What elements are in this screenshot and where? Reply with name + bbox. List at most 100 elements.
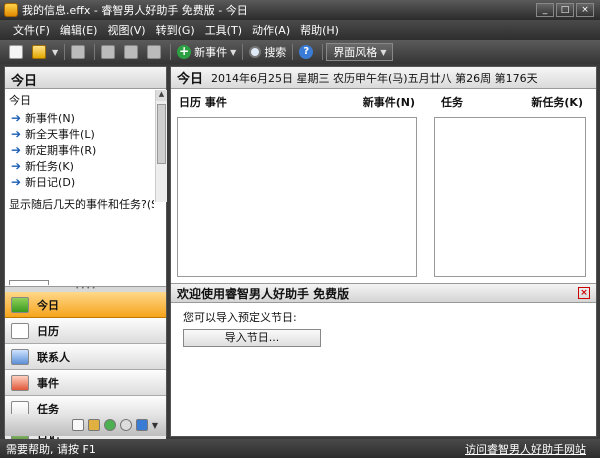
theme-button[interactable]: 界面风格 ▼	[326, 43, 394, 61]
search-icon	[249, 46, 262, 58]
plus-icon: +	[177, 44, 192, 59]
toolbar: ▼ + 新事件 ▼ 搜索 ? 界面风格 ▼	[0, 40, 600, 64]
date-header: 今日 2014年6月25日 星期三 农历甲午年(马)五月廿八 第26周 第176…	[171, 67, 596, 89]
scroll-up-icon[interactable]: ▲	[156, 90, 167, 101]
nav-item-calendar[interactable]: 日历	[5, 318, 166, 344]
tasks-box[interactable]	[434, 117, 586, 277]
help-button[interactable]: ?	[296, 43, 319, 61]
list-item-label: 新日记(D)	[25, 176, 76, 189]
nav-item-today[interactable]: 今日	[5, 292, 166, 318]
date-info: 2014年6月25日 星期三 农历甲午年(马)五月廿八 第26周 第176天	[211, 71, 538, 85]
toolbar-divider	[242, 44, 244, 60]
arrow-right-icon: ➔	[11, 159, 22, 173]
arrow-right-icon: ➔	[11, 175, 22, 189]
menu-file[interactable]: 文件(F)	[8, 22, 55, 38]
house-icon	[11, 296, 29, 313]
copy-icon	[124, 45, 139, 59]
toolbar-divider	[94, 44, 96, 60]
list-item-new-allday-event[interactable]: ➔ 新全天事件(L)	[5, 126, 154, 142]
list-item-label: 新定期事件(R)	[25, 144, 97, 157]
new-event-button[interactable]: + 新事件 ▼	[174, 43, 239, 61]
list-item-label: 新事件(N)	[25, 112, 75, 125]
import-holidays-button[interactable]: 导入节日...	[183, 329, 321, 347]
menu-tools[interactable]: 工具(T)	[200, 22, 247, 38]
theme-label: 界面风格	[333, 46, 378, 59]
left-scrollbar[interactable]: ▲	[155, 90, 167, 202]
note-icon[interactable]	[71, 419, 84, 431]
list-item-new-diary[interactable]: ➔ 新日记(D)	[5, 174, 154, 190]
list-title: 今日	[9, 94, 31, 107]
show-days-label[interactable]: 显示随后几天的事件和任务?(S)	[5, 190, 154, 212]
nav-label: 今日	[37, 298, 59, 312]
window-controls: _ □ ×	[536, 3, 594, 17]
paste-button[interactable]	[144, 43, 167, 61]
search-button[interactable]: 搜索	[246, 43, 289, 61]
magnifier-icon[interactable]	[119, 419, 132, 431]
close-icon[interactable]: ×	[578, 287, 590, 299]
sync-icon[interactable]	[135, 419, 148, 431]
search-label: 搜索	[264, 46, 287, 59]
chevron-down-icon: ▼	[380, 47, 387, 57]
list-item-label: 新全天事件(L)	[25, 128, 95, 141]
list-item-new-recurring-event[interactable]: ➔ 新定期事件(R)	[5, 142, 154, 158]
undo-button[interactable]	[68, 43, 91, 61]
new-event-label: 新事件	[194, 46, 228, 59]
menu-edit[interactable]: 编辑(E)	[55, 22, 103, 38]
list-item-label: 新任务(K)	[25, 160, 74, 173]
calendar-events-box[interactable]	[177, 117, 417, 277]
new-task-link[interactable]: 新任务(K)	[531, 94, 583, 110]
new-event-link[interactable]: 新事件(N)	[363, 94, 415, 110]
arrow-right-icon: ➔	[11, 127, 22, 141]
toolbar-divider	[64, 44, 66, 60]
nav-label: 联系人	[37, 350, 70, 364]
today-action-list: 今日 ➔ 新事件(N) ➔ 新全天事件(L) ➔ 新定期事件(R) ➔ 新任务(K) ➔…	[5, 90, 154, 266]
close-icon[interactable]: ×	[576, 3, 594, 17]
open-button[interactable]: ▼	[29, 43, 61, 61]
menu-goto[interactable]: 转到(G)	[151, 22, 200, 38]
globe-icon[interactable]	[103, 419, 116, 431]
cut-button[interactable]	[98, 43, 121, 61]
toolbar-divider	[322, 44, 324, 60]
menu-actions[interactable]: 动作(A)	[247, 22, 295, 38]
copy-button[interactable]	[121, 43, 144, 61]
calendar-pane-header: 日历 事件 新事件(N)	[179, 93, 415, 111]
maximize-icon[interactable]: □	[556, 3, 574, 17]
left-panel: 今日 今日 ➔ 新事件(N) ➔ 新全天事件(L) ➔ 新定期事件(R) ➔ 新任务(K…	[4, 66, 167, 458]
minimize-icon[interactable]: _	[536, 3, 554, 17]
days-input[interactable]	[9, 280, 49, 285]
arrow-right-icon: ➔	[11, 143, 22, 157]
scroll-thumb[interactable]	[157, 104, 166, 164]
app-icon	[4, 3, 18, 17]
menu-help[interactable]: 帮助(H)	[295, 22, 344, 38]
title-bar: 我的信息.effx - 睿智男人好助手 免费版 - 今日 _ □ ×	[0, 0, 600, 20]
toolbar-divider	[292, 44, 294, 60]
menu-view[interactable]: 视图(V)	[102, 22, 150, 38]
paste-icon	[147, 45, 162, 59]
help-icon: ?	[299, 45, 314, 59]
key-icon[interactable]	[87, 419, 100, 431]
nav-footer-toolbar: ▼	[5, 414, 166, 436]
list-item-new-task[interactable]: ➔ 新任务(K)	[5, 158, 154, 174]
import-hint: 您可以导入预定义节日:	[183, 311, 297, 324]
undo-icon	[71, 45, 86, 59]
folder-icon	[32, 45, 46, 59]
new-file-button[interactable]	[6, 43, 29, 61]
menu-bar: 文件(F) 编辑(E) 视图(V) 转到(G) 工具(T) 动作(A) 帮助(H…	[0, 20, 600, 40]
left-panel-title: 今日	[5, 67, 166, 89]
calendar-icon	[11, 322, 29, 339]
nav-label: 日历	[37, 324, 59, 338]
cut-icon	[101, 45, 116, 59]
nav-item-events[interactable]: 事件	[5, 370, 166, 396]
nav-item-contacts[interactable]: 联系人	[5, 344, 166, 370]
task-pane-title: 任务	[441, 96, 463, 109]
website-link[interactable]: 访问睿智男人好助手网站	[465, 441, 600, 457]
nav-label: 事件	[37, 376, 59, 390]
status-bar: 需要帮助, 请按 F1 访问睿智男人好助手网站	[0, 439, 600, 458]
welcome-title: 欢迎使用睿智男人好助手 免费版	[177, 286, 350, 301]
chevron-down-icon: ▼	[52, 47, 59, 57]
chevron-down-icon[interactable]: ▼	[152, 421, 158, 430]
calendar-pane-title: 日历 事件	[179, 96, 227, 109]
contact-card-icon	[11, 348, 29, 365]
list-item-new-event[interactable]: ➔ 新事件(N)	[5, 110, 154, 126]
chevron-down-icon: ▼	[230, 47, 237, 57]
